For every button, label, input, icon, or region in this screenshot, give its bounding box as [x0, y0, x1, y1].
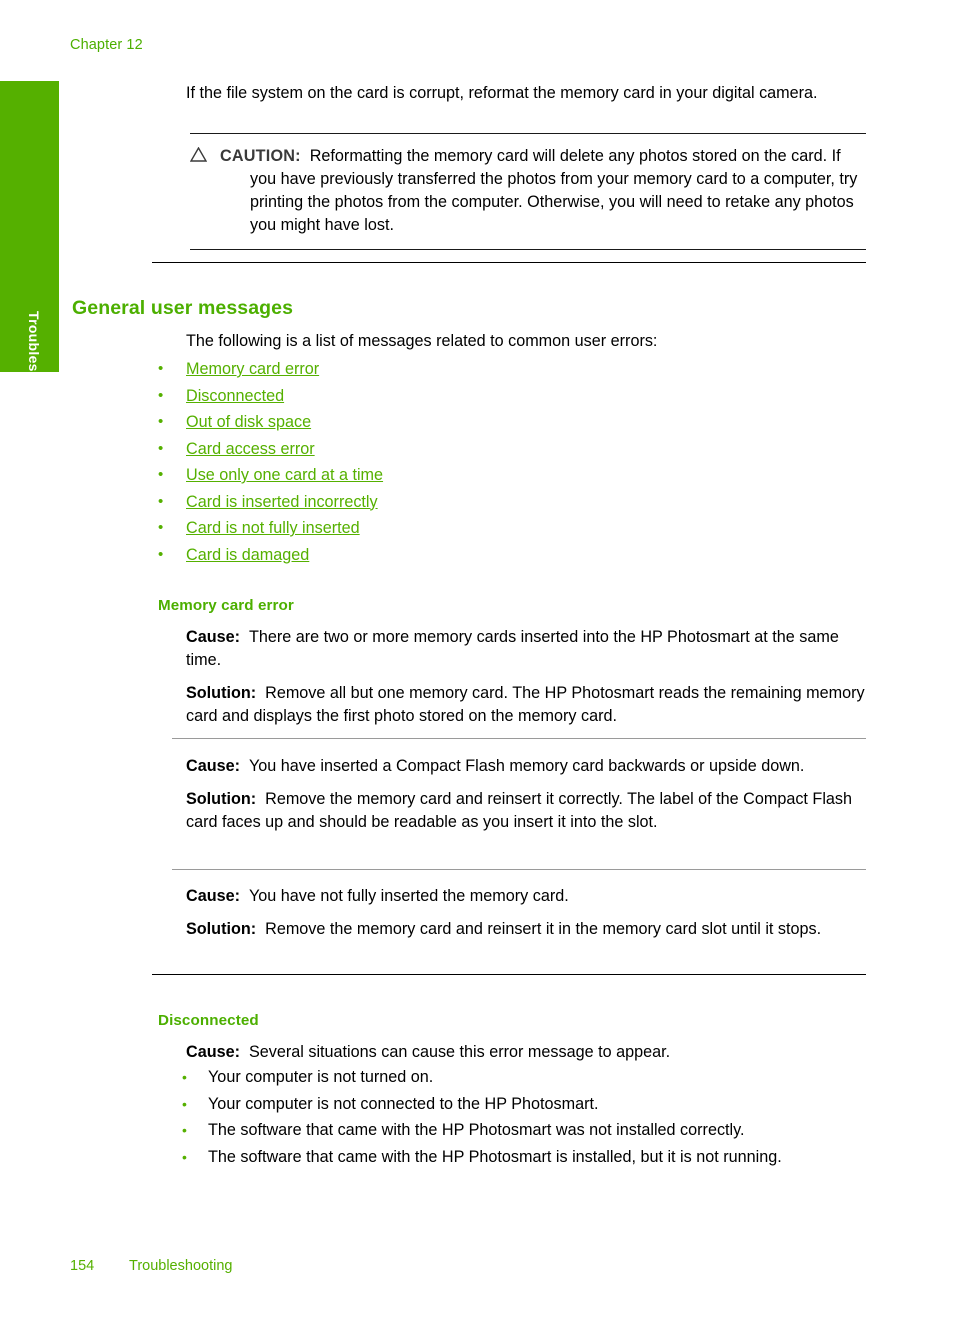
bullet-icon: •	[158, 519, 164, 536]
link-card-is-not-fully-inserted[interactable]: Card is not fully inserted	[186, 517, 360, 539]
cause-line: Cause: You have inserted a Compact Flash …	[186, 755, 868, 778]
bullet-icon: •	[158, 545, 164, 563]
list-item: • Your computer is not connected to the …	[182, 1093, 872, 1120]
disconnected-cause: Cause: Several situations can cause this …	[186, 1041, 868, 1064]
bullet-icon: •	[182, 1148, 187, 1165]
bullet-text: The software that came with the HP Photo…	[208, 1121, 745, 1139]
caution-block: CAUTION: Reformatting the memory card wil…	[189, 133, 866, 250]
cause-label: Cause:	[186, 628, 240, 646]
bullet-icon: •	[158, 413, 164, 430]
cause-solution-pair-2: Cause: You have inserted a Compact Flash …	[186, 755, 868, 834]
bullet-text: Your computer is not connected to the HP…	[208, 1094, 599, 1113]
heading-disconnected: Disconnected	[158, 1012, 259, 1029]
message-link-list: • Memory card error • Disconnected • Out…	[158, 358, 858, 570]
footer-section-name: Troubleshooting	[129, 1258, 233, 1274]
disconnected-bullet-list: • Your computer is not turned on. • Your…	[182, 1066, 872, 1172]
bullet-text: The software that came with the HP Photo…	[208, 1147, 782, 1166]
chapter-label: Chapter 12	[70, 37, 143, 53]
bullet-icon: •	[158, 492, 164, 510]
caution-label: CAUTION:	[220, 147, 301, 165]
cause-label: Cause:	[186, 1043, 240, 1061]
cause-text: There are two or more memory cards inser…	[186, 628, 839, 669]
side-tab-label: Troubleshooting	[26, 311, 42, 426]
list-item: • Your computer is not turned on.	[182, 1066, 872, 1093]
cause-text: You have not fully inserted the memory c…	[248, 887, 569, 905]
cause-text: Several situations can cause this error …	[248, 1043, 671, 1061]
list-item[interactable]: • Use only one card at a time	[158, 464, 858, 491]
cause-solution-divider-2	[172, 869, 866, 870]
general-user-messages-intro: The following is a list of messages rela…	[186, 332, 658, 350]
link-use-only-one-card-at-a-time[interactable]: Use only one card at a time	[186, 464, 383, 486]
bullet-icon: •	[182, 1069, 187, 1085]
intro-paragraph: If the file system on the card is corrup…	[186, 84, 818, 102]
footer-page-number: 154	[70, 1258, 95, 1274]
list-item: • The software that came with the HP Pho…	[182, 1119, 872, 1146]
bullet-text: Your computer is not turned on.	[208, 1068, 434, 1086]
cause-line: Cause: Several situations can cause this …	[186, 1041, 868, 1064]
solution-label: Solution:	[186, 920, 257, 938]
link-disconnected[interactable]: Disconnected	[186, 385, 284, 407]
cause-solution-pair-3: Cause: You have not fully inserted the me…	[186, 885, 868, 941]
cause-solution-pair-1: Cause: There are two or more memory cards…	[186, 626, 868, 728]
solution-label: Solution:	[186, 684, 257, 702]
cause-label: Cause:	[186, 887, 240, 905]
list-item[interactable]: • Card is damaged	[158, 544, 858, 571]
list-item: • The software that came with the HP Pho…	[182, 1146, 872, 1173]
link-card-is-inserted-incorrectly[interactable]: Card is inserted incorrectly	[186, 491, 378, 513]
cause-label: Cause:	[186, 757, 240, 775]
bullet-icon: •	[158, 386, 164, 404]
warning-triangle-icon	[189, 146, 208, 162]
cause-solution-divider-1	[172, 738, 866, 739]
link-card-is-damaged[interactable]: Card is damaged	[186, 544, 309, 566]
bullet-icon: •	[158, 360, 164, 377]
solution-line: Solution: Remove all but one memory card.…	[186, 682, 868, 728]
bullet-icon: •	[158, 466, 164, 483]
list-item[interactable]: • Card is inserted incorrectly	[158, 491, 858, 518]
list-item[interactable]: • Memory card error	[158, 358, 858, 385]
solution-text: Remove the memory card and reinsert it c…	[186, 790, 853, 831]
section-divider-bottom	[152, 974, 866, 975]
link-out-of-disk-space[interactable]: Out of disk space	[186, 411, 311, 433]
list-item[interactable]: • Disconnected	[158, 385, 858, 412]
document-page: Chapter 12 Troubleshooting If the file s…	[0, 0, 954, 1321]
solution-line: Solution: Remove the memory card and rein…	[186, 918, 868, 941]
solution-text: Remove all but one memory card. The HP P…	[186, 684, 865, 725]
bullet-icon: •	[158, 439, 164, 457]
side-tab-troubleshooting: Troubleshooting	[0, 81, 59, 425]
solution-line: Solution: Remove the memory card and rein…	[186, 788, 868, 834]
cause-line: Cause: There are two or more memory cards…	[186, 626, 868, 672]
bullet-icon: •	[182, 1122, 187, 1138]
cause-text: You have inserted a Compact Flash memory…	[248, 757, 805, 775]
list-item[interactable]: • Card access error	[158, 438, 858, 465]
heading-general-user-messages: General user messages	[72, 297, 294, 319]
solution-text: Remove the memory card and reinsert it i…	[265, 920, 822, 938]
link-card-access-error[interactable]: Card access error	[186, 438, 315, 460]
caution-bottom-rule	[190, 249, 866, 250]
list-item[interactable]: • Card is not fully inserted	[158, 517, 858, 544]
caution-text: Reformatting the memory card will delete…	[250, 147, 858, 234]
link-memory-card-error[interactable]: Memory card error	[186, 358, 319, 380]
heading-memory-card-error: Memory card error	[158, 597, 294, 614]
bullet-icon: •	[182, 1095, 187, 1112]
list-item[interactable]: • Out of disk space	[158, 411, 858, 438]
section-divider-top	[152, 262, 866, 263]
solution-label: Solution:	[186, 790, 257, 808]
cause-line: Cause: You have not fully inserted the me…	[186, 885, 868, 908]
